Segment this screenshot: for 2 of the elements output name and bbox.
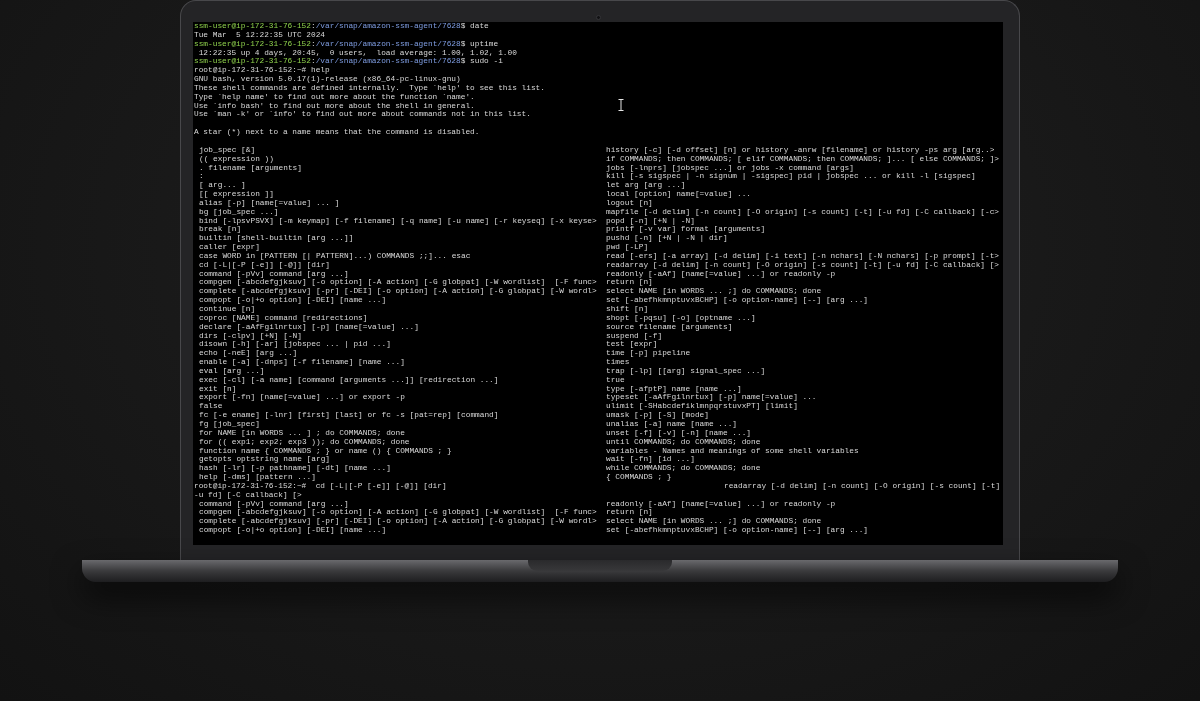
text-cursor-icon <box>618 99 624 111</box>
camera-icon <box>595 15 601 20</box>
